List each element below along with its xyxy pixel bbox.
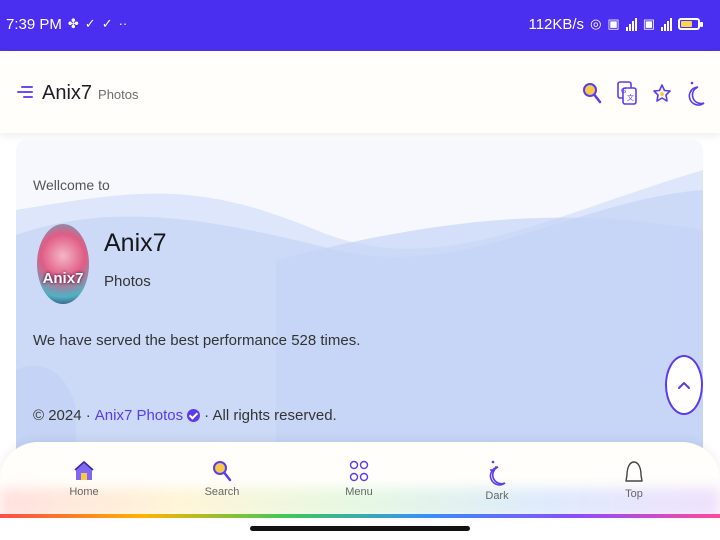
star-home-icon[interactable] [652,83,672,103]
served-text: We have served the best performance 528 … [33,332,361,349]
app-bar: Anix7 Photos G文 [0,51,720,133]
nav-menu-label: Menu [345,486,373,498]
more-dots-icon: ·· [118,16,128,31]
signal-4g-icon [625,17,637,31]
profile-name: Anix7 [104,229,167,257]
brand-name: Anix7 [42,82,93,104]
grid-icon [349,460,369,482]
appbar-actions: G文 [582,79,706,107]
profile-subtitle: Photos [104,273,151,290]
bell-icon [625,461,643,482]
check-download-icon: ✓ [84,16,96,31]
brand[interactable]: Anix7 Photos [42,82,139,105]
fan-icon: ✤ [67,16,79,31]
nav-home-label: Home [69,486,99,498]
network-speed: 112KB/s [528,15,585,33]
copyright-suffix: · All rights reserved. [204,407,337,424]
nav-home[interactable]: Home [44,459,124,498]
nav-top-label: Top [625,488,643,500]
dark-mode-icon[interactable] [686,79,706,107]
search-icon[interactable] [582,81,602,105]
nav-top[interactable]: Top [594,459,674,500]
svg-text:文: 文 [627,93,634,102]
alarm-icon: ◎ [590,16,602,31]
nav-menu[interactable]: Menu [319,459,399,498]
svg-text:G: G [621,88,626,95]
signal-icon [661,17,672,31]
copyright-prefix: © 2024 · [33,407,91,424]
chevron-up-icon [678,382,690,389]
gesture-home-bar[interactable] [250,526,470,531]
avatar-text: Anix7 [42,270,84,287]
avatar: Anix7 [37,224,89,304]
status-bar: 7:39 PM ✤ ✓ ✓ ·· 112KB/s ◎ ▣ ▣ [0,0,720,51]
rainbow-divider [0,514,720,518]
copyright: © 2024 · Anix7 Photos · All rights reser… [33,407,337,424]
battery-icon [678,18,703,30]
status-right: 112KB/s ◎ ▣ ▣ [528,15,703,33]
home-icon [74,460,94,480]
nav-dark-label: Dark [485,490,509,502]
moon-icon [489,460,506,486]
translate-icon[interactable]: G文 [616,80,638,106]
nav-search[interactable]: Search [182,459,262,498]
volte-icon: ▣ [607,16,620,31]
nav-search-label: Search [204,486,240,498]
verified-icon [187,409,201,422]
welcome-text: Wellcome to [33,177,110,193]
menu-icon[interactable] [17,84,33,100]
check-download-icon: ✓ [101,16,113,31]
status-left: 7:39 PM ✤ ✓ ✓ ·· [6,15,127,33]
search-icon [213,461,232,482]
bottom-nav: Home Search Menu Dark Top [0,442,720,518]
nav-dark[interactable]: Dark [457,459,537,502]
welcome-card: Wellcome to Anix7 Anix7 Photos We have s… [16,140,703,470]
scroll-to-top-button[interactable] [665,355,703,415]
volte-icon: ▣ [642,16,655,31]
copyright-link[interactable]: Anix7 Photos [95,407,183,424]
status-time: 7:39 PM [6,15,62,33]
brand-sub: Photos [98,87,139,102]
